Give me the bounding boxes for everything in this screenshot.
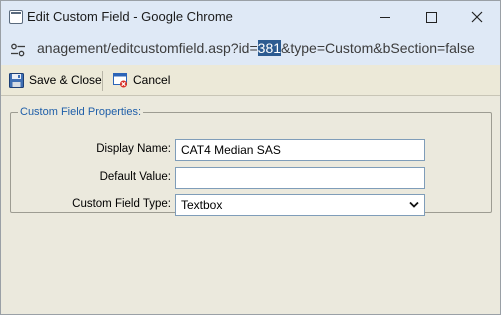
close-icon (471, 11, 483, 23)
window-title: Edit Custom Field - Google Chrome (27, 9, 233, 24)
minimize-button[interactable] (362, 1, 408, 33)
cancel-button[interactable]: Cancel (113, 70, 170, 90)
field-type-label: Custom Field Type: (72, 198, 171, 210)
page-content: Custom Field Properties: Display Name: C… (1, 96, 500, 314)
save-close-button[interactable]: Save & Close (9, 70, 102, 90)
toolbar: Save & Close Cancel (1, 65, 500, 96)
url-prefix: anagement/editcustomfield.asp?id= (37, 40, 258, 56)
display-name-input[interactable]: CAT4 Median SAS (175, 139, 425, 161)
group-legend: Custom Field Properties: (20, 106, 142, 118)
display-name-label: Display Name: (96, 143, 171, 155)
title-bar[interactable]: Edit Custom Field - Google Chrome (1, 1, 500, 33)
default-value-input[interactable] (175, 167, 425, 189)
cancel-label: Cancel (133, 73, 171, 87)
display-name-row: Display Name: CAT4 Median SAS (11, 139, 491, 161)
field-type-selected-value: Textbox (181, 198, 223, 212)
url-selected-text: 381 (257, 40, 282, 56)
chevron-down-icon (409, 201, 419, 208)
toolbar-separator (102, 71, 103, 91)
default-value-label: Default Value: (99, 171, 171, 183)
window-app-icon (9, 10, 23, 24)
cancel-icon (113, 72, 127, 87)
url-suffix: &type=Custom&bSection=false (281, 40, 475, 56)
field-type-select[interactable]: Textbox (175, 194, 425, 216)
save-close-label: Save & Close (29, 73, 102, 87)
floppy-disk-icon (9, 72, 24, 88)
site-settings-icon[interactable] (10, 43, 26, 57)
custom-field-properties-group: Custom Field Properties: Display Name: C… (10, 106, 492, 216)
field-type-row: Custom Field Type: Textbox (11, 194, 491, 216)
browser-window: Edit Custom Field - Google Chrome anagem… (0, 0, 501, 315)
maximize-button[interactable] (408, 1, 454, 33)
default-value-row: Default Value: (11, 167, 491, 189)
close-button[interactable] (454, 1, 500, 33)
url-text[interactable]: anagement/editcustomfield.asp?id=381&typ… (37, 40, 475, 56)
address-bar[interactable]: anagement/editcustomfield.asp?id=381&typ… (1, 33, 500, 65)
